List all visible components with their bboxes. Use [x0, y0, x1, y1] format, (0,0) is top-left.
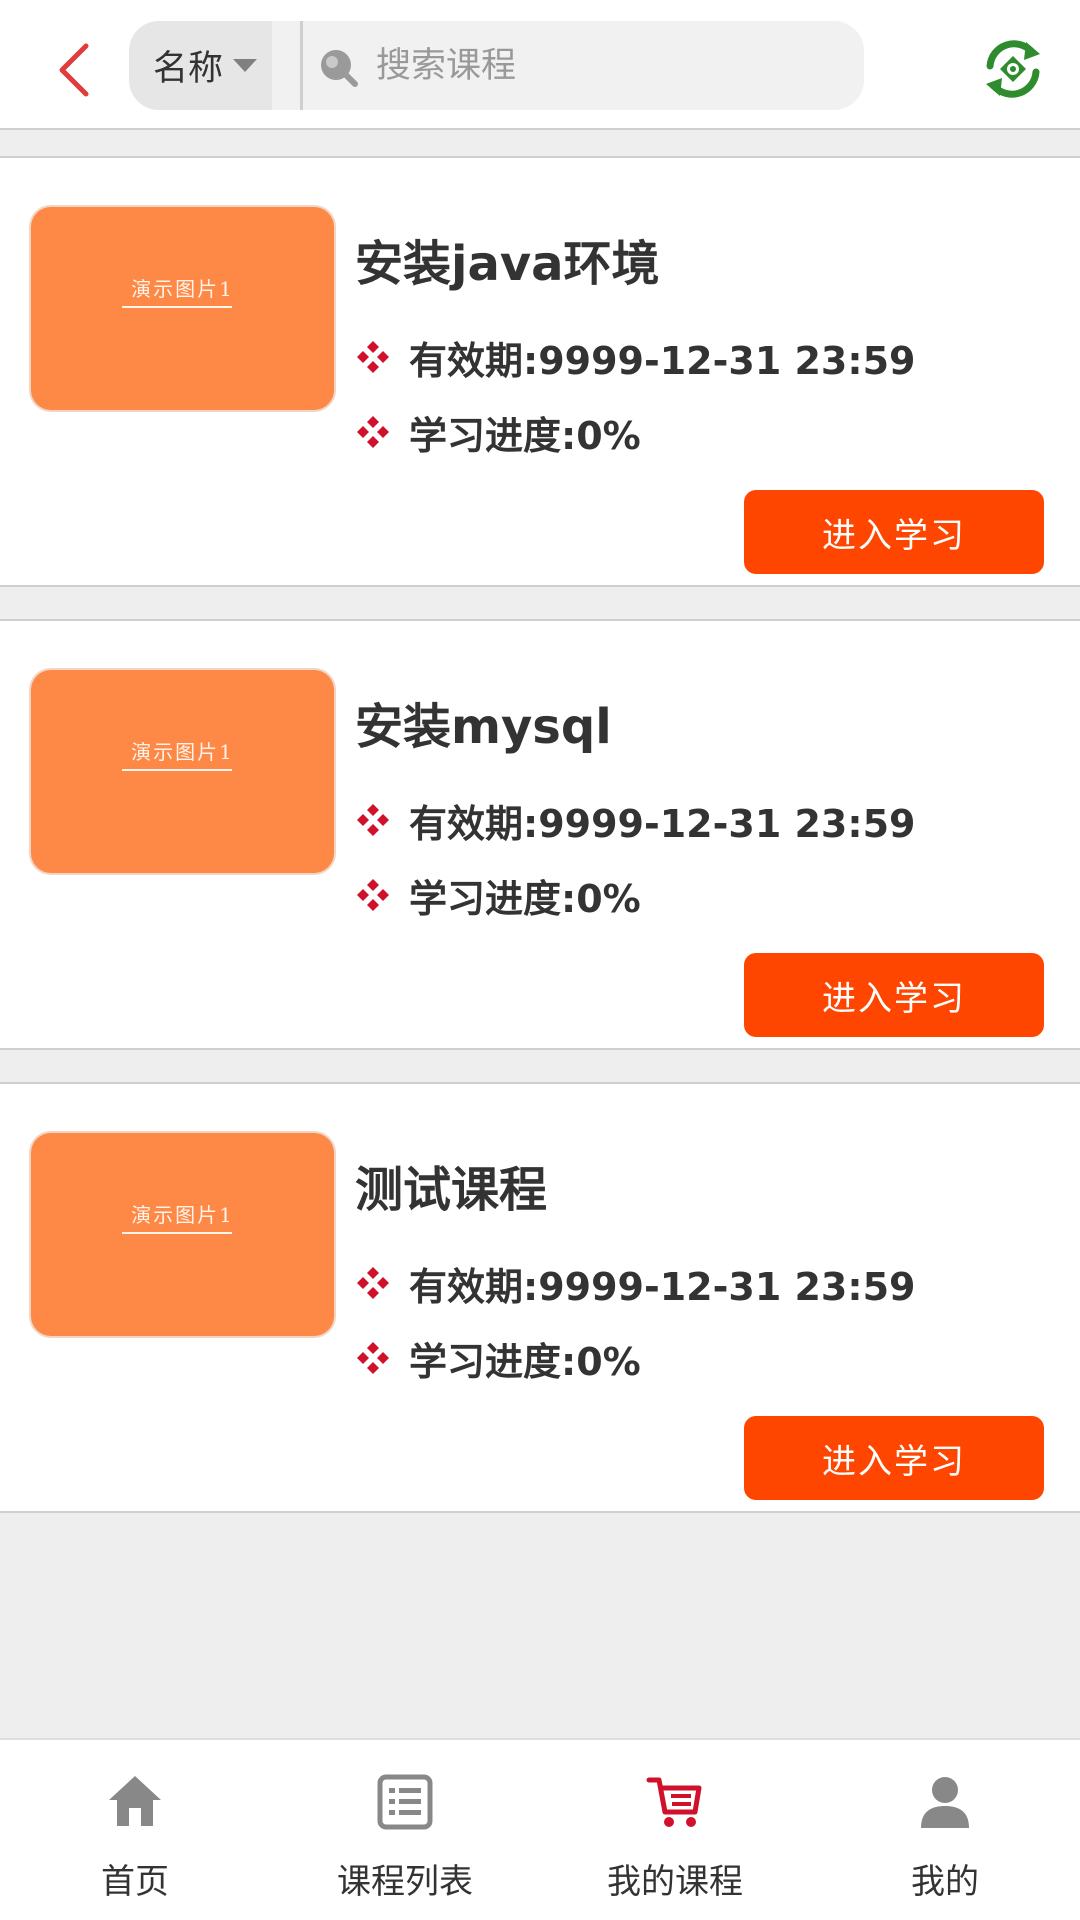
cart-icon [646, 1777, 702, 1827]
chevron-left-icon [59, 43, 89, 97]
search-input[interactable] [374, 21, 844, 110]
course-progress: 学习进度:0% [355, 407, 641, 458]
thumbnail-underline [122, 769, 232, 771]
course-expiry-text: 有效期:9999-12-31 23:59 [409, 1264, 916, 1309]
course-progress: 学习进度:0% [355, 870, 641, 921]
list-icon [377, 1774, 433, 1830]
search-type-label: 名称 [153, 49, 224, 89]
course-card: 演示图片1 安装mysql 有效期:9999-12-31 23:59 学习进度:… [0, 619, 1080, 1050]
course-card: 演示图片1 安装java环境 有效期:9999-12-31 23:59 学习进度… [0, 156, 1080, 587]
enter-study-button[interactable]: 进入学习 [744, 1416, 1044, 1500]
nav-label-my-courses: 我的课程 [607, 1862, 743, 1902]
course-progress-text: 学习进度:0% [409, 413, 641, 458]
enter-study-button[interactable]: 进入学习 [744, 490, 1044, 574]
thumbnail-underline [122, 306, 232, 308]
back-button[interactable] [44, 30, 104, 110]
nav-label-me: 我的 [911, 1862, 979, 1902]
course-progress: 学习进度:0% [355, 1333, 641, 1384]
course-progress-text: 学习进度:0% [409, 1339, 641, 1384]
nav-item-home[interactable]: 首页 [0, 1740, 270, 1920]
course-title: 安装mysql [355, 699, 612, 755]
search-divider [300, 21, 303, 110]
diamond-bullet-icon [357, 1267, 389, 1299]
course-list: 演示图片1 安装java环境 有效期:9999-12-31 23:59 学习进度… [0, 156, 1080, 1545]
diamond-bullet-icon [357, 416, 389, 448]
course-expiry: 有效期:9999-12-31 23:59 [355, 1258, 916, 1309]
diamond-bullet-icon [357, 1342, 389, 1374]
course-expiry: 有效期:9999-12-31 23:59 [355, 795, 916, 846]
search-icon [321, 50, 358, 87]
search-type-select[interactable]: 名称 [129, 21, 272, 110]
course-expiry-text: 有效期:9999-12-31 23:59 [409, 338, 916, 383]
enter-study-button[interactable]: 进入学习 [744, 953, 1044, 1037]
course-title: 安装java环境 [355, 236, 660, 292]
nav-item-course-list[interactable]: 课程列表 [270, 1740, 540, 1920]
course-expiry-text: 有效期:9999-12-31 23:59 [409, 801, 916, 846]
nav-label-home: 首页 [101, 1862, 169, 1902]
search-box: 名称 [129, 21, 864, 110]
thumbnail-caption: 演示图片1 [131, 740, 234, 764]
nav-item-me[interactable]: 我的 [810, 1740, 1080, 1920]
thumbnail-underline [122, 1232, 232, 1234]
refresh-icon[interactable] [980, 36, 1046, 102]
header-bar: 名称 [0, 0, 1080, 130]
thumbnail-caption: 演示图片1 [131, 277, 234, 301]
nav-label-course-list: 课程列表 [337, 1862, 473, 1902]
course-progress-text: 学习进度:0% [409, 876, 641, 921]
nav-item-my-courses[interactable]: 我的课程 [540, 1740, 810, 1920]
bottom-nav: 首页 课程列表 我的课程 我的 [0, 1738, 1080, 1920]
user-icon [921, 1777, 969, 1828]
home-icon [109, 1776, 161, 1826]
course-thumbnail[interactable]: 演示图片1 [31, 670, 334, 873]
diamond-bullet-icon [357, 341, 389, 373]
caret-down-icon [233, 59, 258, 72]
course-expiry: 有效期:9999-12-31 23:59 [355, 332, 916, 383]
diamond-bullet-icon [357, 804, 389, 836]
diamond-bullet-icon [357, 879, 389, 911]
course-thumbnail[interactable]: 演示图片1 [31, 1133, 334, 1336]
course-thumbnail[interactable]: 演示图片1 [31, 207, 334, 410]
course-title: 测试课程 [355, 1162, 548, 1218]
course-card: 演示图片1 测试课程 有效期:9999-12-31 23:59 学习进度:0% … [0, 1082, 1080, 1513]
thumbnail-caption: 演示图片1 [131, 1203, 234, 1227]
